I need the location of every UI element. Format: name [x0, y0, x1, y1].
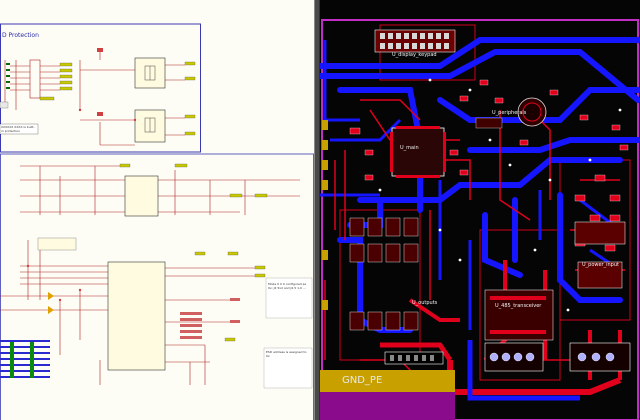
- label-485-transceiver: U_485_transceiver: [495, 303, 542, 309]
- schematic-note-mode: Mode 0 0 0 configured as 0x; J2 5x2 and …: [268, 282, 307, 290]
- label-gnd-pe: GND_PE: [342, 375, 383, 386]
- gnd-pe-pad: [320, 370, 455, 392]
- schematic-section-title: D Protection: [2, 32, 39, 39]
- pcb-editor[interactable]: U_display_keypad U_peripherals U_main U_…: [320, 0, 640, 420]
- label-outputs: U_outputs: [412, 300, 438, 306]
- label-peripherals: U_peripherals: [492, 110, 527, 116]
- label-main: U_main: [400, 145, 419, 151]
- label-power-input: U_power_input: [582, 262, 619, 268]
- label-display-keypad: U_display_keypad: [392, 52, 437, 58]
- mcu-footprint: [391, 127, 445, 177]
- schematic-note-protection: XXXXXX XXXX is built-in protection: [1, 125, 35, 133]
- app-window: D Protection XXXXXX XXXX is built-in pro…: [0, 0, 640, 420]
- pcb-canvas: [320, 19, 640, 420]
- schematic-note-esd: ESD address is assigned to 0x: [266, 350, 307, 358]
- schematic-editor[interactable]: D Protection XXXXXX XXXX is built-in pro…: [0, 0, 314, 420]
